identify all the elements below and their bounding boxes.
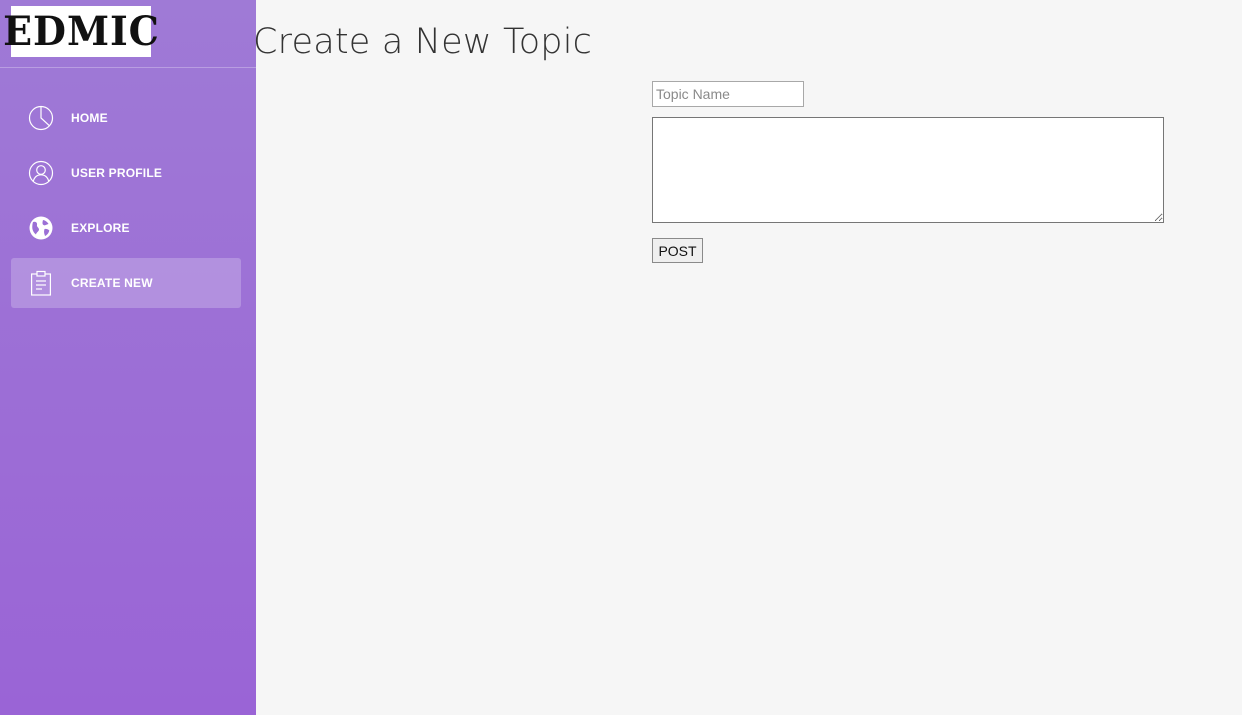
brand-logo[interactable]: EDMIC: [3, 6, 158, 57]
sidebar-item-label: HOME: [71, 111, 108, 125]
sidebar-nav: HOME USER PROFILE EXPLORE CREATE NEW: [11, 93, 241, 313]
sidebar-item-explore[interactable]: EXPLORE: [11, 203, 241, 253]
sidebar-item-label: EXPLORE: [71, 221, 130, 235]
sidebar-item-home[interactable]: HOME: [11, 93, 241, 143]
sidebar: EDMIC HOME USER PROFILE EXPLORE CREATE N…: [0, 0, 256, 715]
globe-icon: [28, 215, 54, 241]
topic-body-textarea[interactable]: [652, 117, 1164, 223]
user-icon: [28, 160, 54, 186]
brand-logo-text: EDMIC: [2, 7, 160, 55]
sidebar-item-label: USER PROFILE: [71, 166, 163, 180]
post-button[interactable]: POST: [652, 238, 703, 263]
sidebar-item-create-new[interactable]: CREATE NEW: [11, 258, 241, 308]
pie-chart-icon: [28, 105, 54, 131]
logo-area: EDMIC: [0, 0, 256, 68]
sidebar-item-user-profile[interactable]: USER PROFILE: [11, 148, 241, 198]
clipboard-icon: [28, 270, 54, 296]
topic-name-input[interactable]: [652, 81, 804, 107]
page-title: Create a New Topic: [253, 22, 593, 62]
sidebar-item-label: CREATE NEW: [71, 276, 153, 290]
